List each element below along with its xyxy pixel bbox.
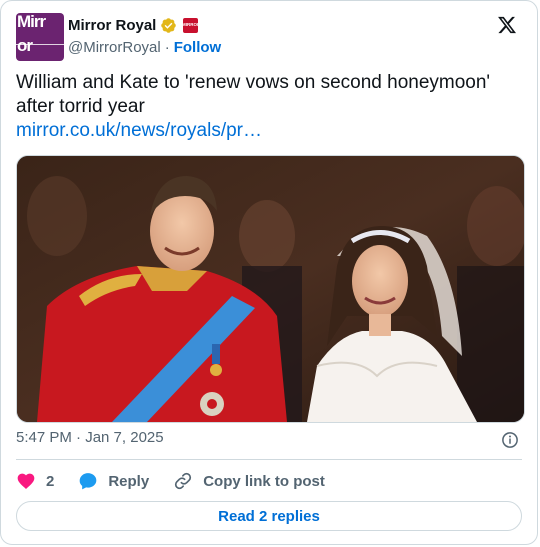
copy-link-label: Copy link to post [203,472,325,490]
verified-badge-icon [161,17,177,33]
tweet-link[interactable]: mirror.co.uk/news/royals/pr… [16,119,262,143]
display-name[interactable]: Mirror Royal [68,17,156,34]
separator-dot: · [164,38,170,56]
avatar[interactable]: Mirr or [16,13,64,61]
reply-button[interactable]: Reply [78,471,149,491]
name-row: Mirror Royal MIRROR [68,15,200,35]
wedding-photo-image [17,156,524,422]
link-icon [175,472,192,490]
like-button[interactable]: 2 [16,471,54,491]
x-logo-icon[interactable] [496,15,518,35]
copy-link-button[interactable]: Copy link to post [173,471,325,491]
read-replies-button[interactable]: Read 2 replies [16,501,522,531]
reply-bubble-icon [80,473,97,490]
reply-label: Reply [108,472,150,490]
info-icon[interactable] [501,431,519,449]
tweet-card: Mirr or Mirror Royal MIRROR @MirrorRoyal… [0,0,538,545]
heart-icon [17,473,35,489]
handle-row: @MirrorRoyal · Follow [68,37,221,57]
tweet-photo[interactable] [16,155,525,423]
avatar-logo-text: Mirr or [17,13,46,55]
tweet-header: Mirr or Mirror Royal MIRROR @MirrorRoyal… [16,13,522,61]
divider [16,459,522,460]
affiliate-badge-icon[interactable]: MIRROR [182,17,200,33]
avatar-divider [16,44,64,45]
user-handle[interactable]: @MirrorRoyal [68,39,161,56]
action-bar: 2 Reply Copy link to post [16,469,349,493]
follow-button[interactable]: Follow [174,39,222,56]
like-count: 2 [46,472,55,490]
tweet-timestamp[interactable]: 5:47 PM · Jan 7, 2025 [16,429,164,449]
tweet-text: William and Kate to 'renew vows on secon… [16,72,491,117]
